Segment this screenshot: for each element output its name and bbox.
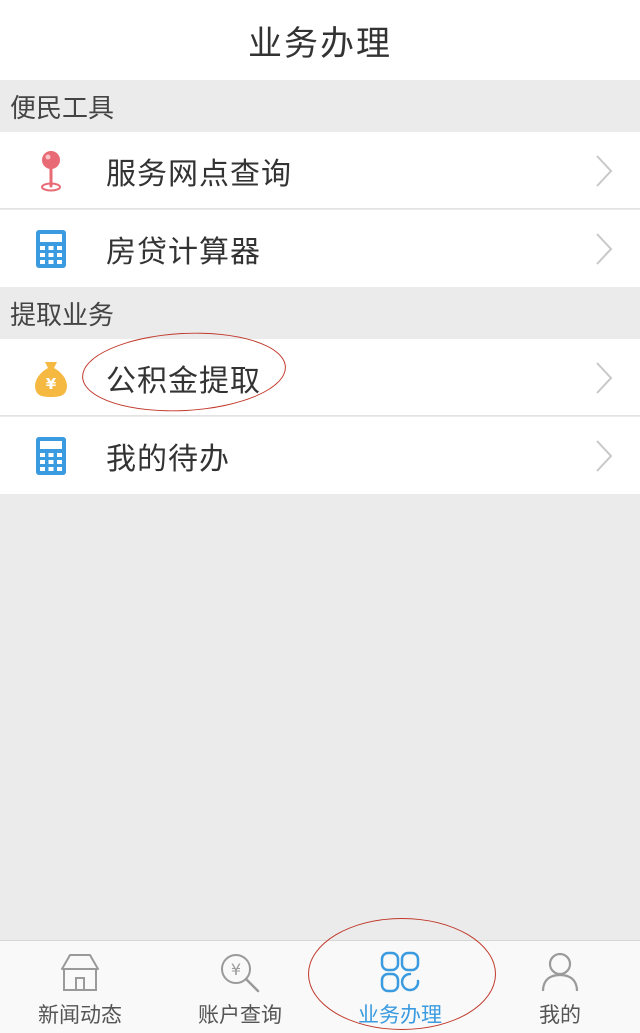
section-title-convenience-tools: 便民工具	[0, 80, 640, 132]
list-item-mortgage-calculator[interactable]: 房贷计算器	[0, 210, 640, 287]
list-item-provident-fund-withdrawal[interactable]: ¥ 公积金提取	[0, 339, 640, 416]
chevron-right-icon	[596, 361, 613, 394]
chevron-right-icon	[596, 232, 613, 265]
bottom-tab-bar: 新闻动态 ¥ 账户查询 业务办理 我的	[0, 940, 640, 1033]
calculator-icon	[28, 433, 74, 479]
list-item-service-outlet-query[interactable]: 服务网点查询	[0, 132, 640, 209]
tab-label: 账户查询	[198, 1003, 282, 1027]
person-icon	[536, 949, 584, 995]
location-pin-icon	[28, 148, 74, 194]
money-bag-icon: ¥	[28, 355, 74, 401]
tab-label: 业务办理	[358, 1003, 442, 1027]
list-item-label: 公积金提取	[106, 363, 261, 399]
yen-search-icon: ¥	[216, 949, 264, 995]
svg-text:¥: ¥	[231, 960, 241, 979]
svg-text:¥: ¥	[46, 375, 57, 393]
tab-business[interactable]: 业务办理	[320, 941, 480, 1033]
list-item-label: 房贷计算器	[106, 234, 261, 270]
section-title-withdrawal-services: 提取业务	[0, 287, 640, 339]
tab-mine[interactable]: 我的	[480, 941, 640, 1033]
list-item-label: 我的待办	[106, 441, 230, 477]
grid-apps-icon	[376, 949, 424, 995]
tab-label: 新闻动态	[38, 1003, 122, 1027]
divider	[0, 208, 640, 209]
tab-news[interactable]: 新闻动态	[0, 941, 160, 1033]
list-item-label: 服务网点查询	[106, 156, 292, 192]
page-header: 业务办理	[0, 0, 640, 80]
calculator-icon	[28, 226, 74, 272]
chevron-right-icon	[596, 154, 613, 187]
chevron-right-icon	[596, 439, 613, 472]
home-icon	[56, 949, 104, 995]
tab-label: 我的	[539, 1003, 581, 1027]
tab-account-query[interactable]: ¥ 账户查询	[160, 941, 320, 1033]
list-item-my-todo[interactable]: 我的待办	[0, 417, 640, 494]
divider	[0, 415, 640, 416]
page-title: 业务办理	[248, 23, 392, 64]
